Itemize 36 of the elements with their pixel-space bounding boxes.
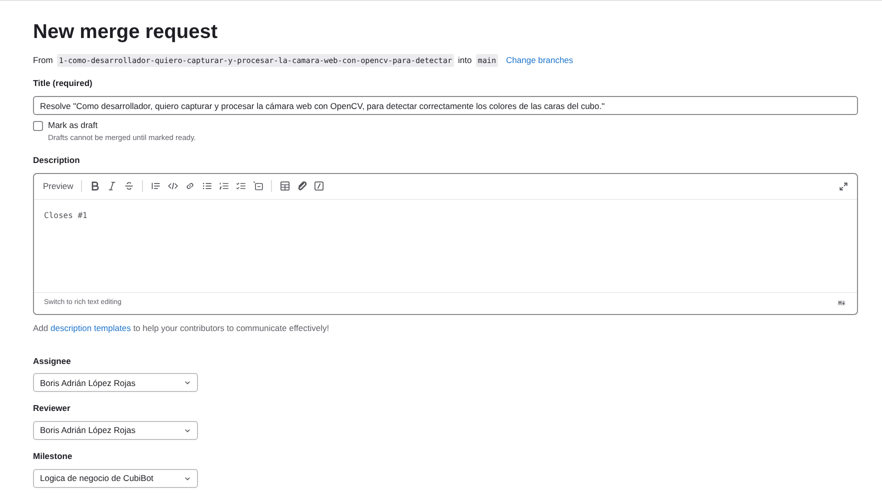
dropdown[interactable]: Logica de negocio de CubiBot [33,468,198,488]
field-label: Title (required) [33,77,94,90]
bullet-list-icon[interactable] [202,181,212,192]
dropdown[interactable]: Boris Adrián López Rojas [33,421,198,440]
link-icon[interactable] [185,181,196,192]
strikethrough-icon[interactable] [124,181,134,192]
markdown-icon[interactable] [836,299,847,308]
field-label: Description [33,154,81,167]
change-branches-link[interactable]: Change branches [506,54,574,68]
draft-checkbox[interactable] [33,120,43,131]
field-label: Milestone [33,450,74,463]
checkbox-label: Mark as draft [48,119,98,132]
from-label: From [33,54,53,68]
italic-icon[interactable] [107,181,118,192]
description-text: Closes #1 [44,210,88,222]
task-list-icon[interactable] [236,181,246,192]
title-input[interactable]: Resolve "Como desarrollador, quiero capturar y procesar la cámara web con OpenCV, para detectar correctamente los colores de las caras del cubo." [33,96,858,116]
table-icon[interactable] [280,181,290,192]
paperclip-icon[interactable] [297,181,308,192]
dropdown[interactable]: Boris Adrián López Rojas [33,373,198,392]
preview-tab[interactable]: Preview [43,180,74,193]
help-text: Add description templates to help your contributors to communicate effectively! [33,322,330,335]
chevron-down-icon [184,474,191,482]
page-title: New merge request [33,20,219,45]
bold-icon[interactable] [90,181,100,192]
numbered-list-icon[interactable] [219,181,230,192]
field-label: Assignee [33,354,72,368]
slash-command-icon[interactable] [314,181,324,192]
code-icon[interactable] [168,181,178,192]
quote-icon[interactable] [151,181,162,192]
chevron-down-icon [184,427,191,434]
into-label: into [458,54,472,68]
chevron-down-icon [184,379,191,386]
maximize-icon[interactable] [839,182,848,191]
field-label: Reviewer [33,402,72,416]
description-templates-link[interactable]: description templates [50,322,131,333]
